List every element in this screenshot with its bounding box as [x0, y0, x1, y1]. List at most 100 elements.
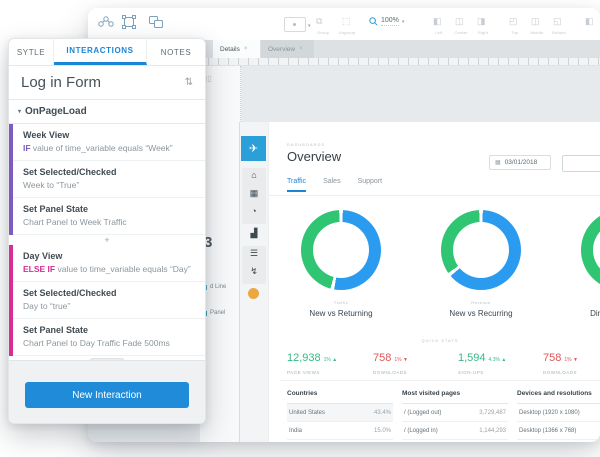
- outline-panel-fragment: ▯▯ 3 d Line Panel: [200, 66, 241, 442]
- stat-label: DOWNLOADS: [543, 370, 578, 375]
- align-right-label: Right: [477, 30, 489, 35]
- table-row: United States 43.4%: [287, 404, 393, 422]
- group-button[interactable]: ⧉: [316, 15, 322, 27]
- stat-downloads-2: 758 1% ▼ DOWNLOADS: [543, 348, 578, 375]
- insert-dropdown-button[interactable]: [284, 17, 306, 32]
- donut-hole: [593, 222, 600, 278]
- tab-details[interactable]: Details ×: [213, 40, 260, 58]
- tab-overview[interactable]: Overview ×: [261, 40, 314, 58]
- dashboard-grid-icon[interactable]: ▦: [240, 188, 268, 199]
- case-row[interactable]: Day View ELSE IF value to time_variable …: [9, 245, 205, 282]
- table-row: Desktop (1440 x 900): [517, 440, 600, 442]
- action-detail: Chart Panel to Day Traffic Fade 500ms: [23, 338, 170, 348]
- tab-support[interactable]: Support: [358, 178, 383, 192]
- chevron-down-icon: ▾: [18, 109, 22, 115]
- table-title: Devices and resolutions: [517, 390, 600, 404]
- list-icon[interactable]: ☰: [240, 248, 268, 259]
- connector-mode-icon[interactable]: [97, 15, 115, 34]
- sort-arrows-icon[interactable]: ⇅: [185, 77, 193, 88]
- action-detail: Week to “True”: [23, 180, 80, 190]
- clipped-button[interactable]: [562, 155, 600, 172]
- close-icon[interactable]: ×: [299, 46, 303, 52]
- new-interaction-button[interactable]: New Interaction: [25, 382, 189, 408]
- stat-value: 758: [543, 352, 562, 364]
- row-name: / (Logged in): [404, 427, 438, 434]
- ungroup-label: Ungroup: [338, 30, 356, 35]
- stat-delta: 1% ▼: [564, 357, 578, 363]
- action-row[interactable]: Set Panel State Chart Panel to Day Traff…: [9, 319, 205, 356]
- align-top-button[interactable]: ◰: [509, 15, 518, 27]
- align-left-button[interactable]: ◧: [433, 15, 442, 27]
- action-row[interactable]: Set Panel State Chart Panel to Week Traf…: [9, 198, 205, 235]
- donut-chart-traffic: [301, 210, 381, 290]
- logo-paper-plane-icon[interactable]: ✈: [241, 136, 266, 161]
- date-value: 03/01/2018: [504, 159, 538, 166]
- case-row[interactable]: Week View IF value of time_variable equa…: [9, 124, 205, 161]
- row-value: 15.0%: [373, 427, 391, 434]
- home-icon[interactable]: ⌂: [240, 170, 268, 180]
- editor-toolbar: ▾ ⧉ Group ⬚ Ungroup 100% ▾ ◧ Left ◫ Cent…: [88, 8, 600, 40]
- tab-sales[interactable]: Sales: [323, 178, 341, 192]
- divider: [280, 380, 600, 381]
- condition-keyword: IF: [23, 143, 31, 153]
- row-value: 3,729,487: [479, 409, 506, 416]
- zoom-level: 100%: [381, 17, 399, 26]
- action-detail: Chart Panel to Week Traffic: [23, 217, 127, 227]
- action-name: Set Selected/Checked: [23, 167, 117, 177]
- condition-keyword: ELSE IF: [23, 264, 56, 274]
- tab-notes[interactable]: NOTES: [147, 39, 205, 65]
- chevron-down-icon[interactable]: ▾: [308, 23, 311, 29]
- align-right-button[interactable]: ◨: [477, 15, 486, 27]
- distribute-button[interactable]: ◧: [585, 15, 594, 27]
- stat-value: 1,594: [458, 352, 486, 364]
- action-row[interactable]: Set Selected/Checked Day to “true”: [9, 282, 205, 319]
- bolt-icon[interactable]: ↯: [240, 266, 268, 277]
- avatar[interactable]: [248, 288, 259, 299]
- align-center-button[interactable]: ◫: [455, 15, 464, 27]
- outline-item-label: d Line: [210, 284, 227, 290]
- devices-table: Devices and resolutions Desktop (1920 x …: [517, 390, 600, 442]
- align-middle-button[interactable]: ◫: [531, 15, 540, 27]
- layers-icon[interactable]: [148, 15, 164, 34]
- donut-hole: [453, 222, 509, 278]
- stat-label: PAGE VIEWS: [287, 370, 320, 375]
- action-name: Set Panel State: [23, 204, 89, 214]
- event-header-onpageload[interactable]: ▾ OnPageLoad: [9, 100, 205, 124]
- search-icon: [369, 17, 378, 26]
- stat-page-views: 12,938 1% ▲ PAGE VIEWS: [287, 348, 337, 375]
- event-name: OnPageLoad: [25, 106, 87, 117]
- action-row[interactable]: Set Selected/Checked Week to “True”: [9, 161, 205, 198]
- ungroup-button[interactable]: ⬚: [342, 15, 351, 27]
- donut-label: New vs Returning: [309, 309, 373, 318]
- dashboard-page[interactable]: ✈ ⌂ ▦ ◔ ▟ ☰ ↯ DASHBOARDS Overview ▦ 03/0…: [240, 122, 600, 442]
- table-row: Desktop (1366 x 768): [517, 422, 600, 440]
- table-row: United Kingdom9.1%: [287, 440, 393, 442]
- close-icon[interactable]: ×: [244, 46, 248, 52]
- clock-icon[interactable]: ◔: [240, 206, 268, 216]
- selection-box-icon[interactable]: [122, 15, 136, 34]
- donut-category: Traffic: [333, 300, 349, 305]
- table-row: / (Logged in) 1,144,293: [402, 422, 508, 440]
- stat-label: DOWNLOADS: [373, 370, 408, 375]
- calendar-icon: ▦: [495, 160, 501, 166]
- tab-style[interactable]: SYTLE: [9, 39, 54, 65]
- divider: [268, 195, 600, 196]
- inspector-tabs: SYTLE INTERACTIONS NOTES: [9, 39, 205, 66]
- tab-interactions[interactable]: INTERACTIONS: [54, 39, 147, 65]
- case-name: Day View: [23, 251, 63, 261]
- donut-chart-revenue: [441, 210, 521, 290]
- row-value: 43.4%: [373, 409, 391, 416]
- align-bottom-button[interactable]: ◱: [553, 15, 562, 27]
- countries-table: Countries United States 43.4% India 15.0% …: [287, 390, 393, 442]
- page-title: Overview: [287, 149, 342, 164]
- row-name: India: [289, 427, 303, 434]
- table-title: Most visited pages: [402, 390, 508, 404]
- most-visited-table: Most visited pages / (Logged out) 3,729,4…: [402, 390, 508, 442]
- chart-icon[interactable]: ▟: [240, 228, 268, 239]
- add-action-button[interactable]: +: [9, 235, 205, 245]
- tab-traffic[interactable]: Traffic: [287, 178, 307, 192]
- zoom-control[interactable]: 100% ▾: [369, 17, 404, 26]
- date-input[interactable]: ▦ 03/01/2018: [489, 155, 551, 170]
- stat-delta: 4.3% ▲: [488, 357, 507, 363]
- case-name: Week View: [23, 130, 70, 140]
